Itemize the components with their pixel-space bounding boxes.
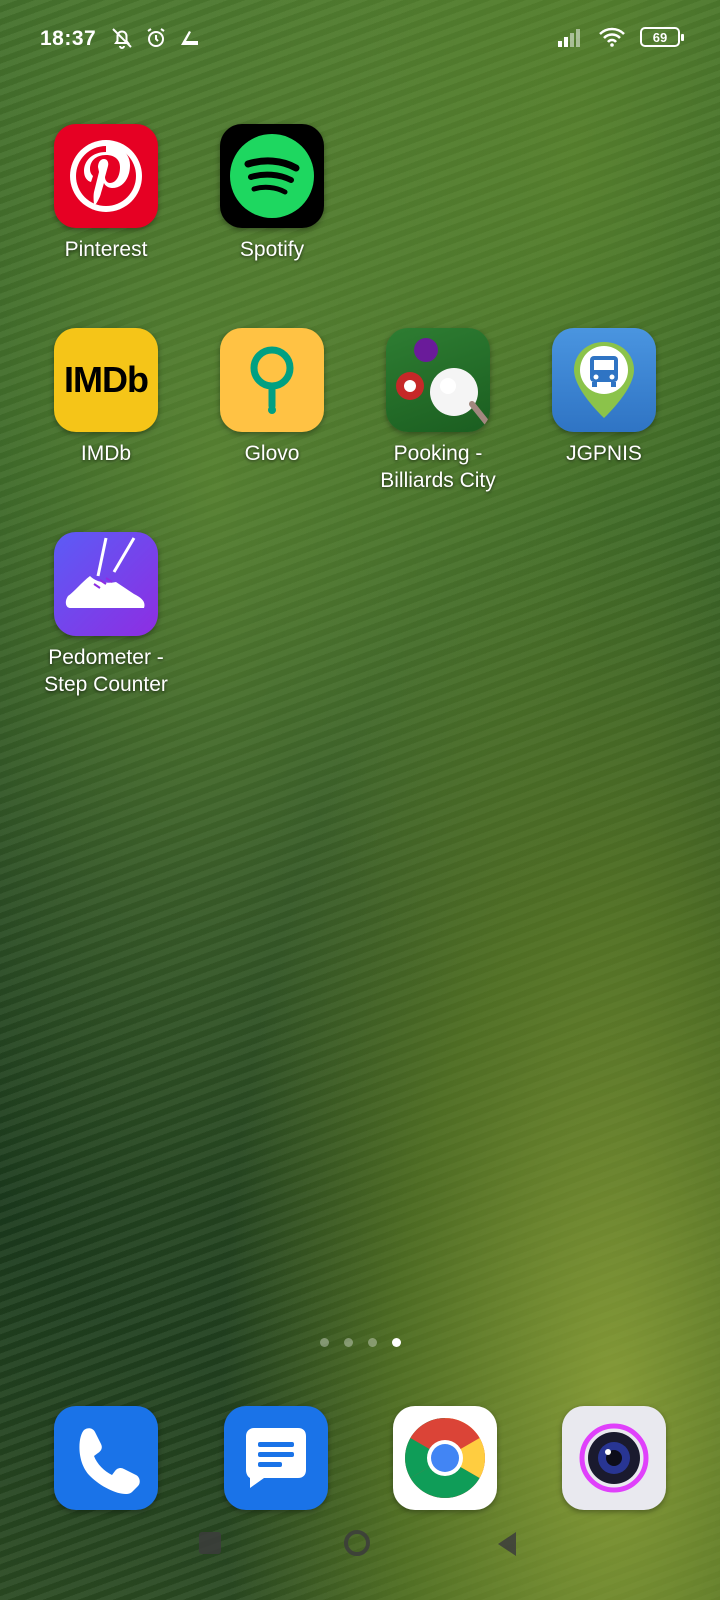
page-indicator[interactable] (0, 1338, 720, 1347)
wifi-icon (599, 27, 625, 47)
app-pinterest[interactable]: Pinterest (21, 124, 191, 263)
app-pooking-billiards[interactable]: Pooking - Billiards City (353, 328, 523, 494)
imdb-icon: IMDb (54, 328, 158, 432)
mute-icon (112, 28, 132, 49)
pinterest-icon (54, 124, 158, 228)
battery-icon: 69 (640, 27, 684, 47)
glovo-icon (220, 328, 324, 432)
app-label: JGPNIS (566, 442, 642, 465)
back-button[interactable] (498, 1532, 516, 1556)
camera-icon[interactable] (562, 1406, 666, 1510)
status-time: 18:37 (40, 27, 97, 50)
app-pedometer[interactable]: Pedometer - Step Counter (21, 532, 191, 698)
bus-icon (552, 328, 656, 432)
page-dot[interactable] (319, 1338, 329, 1347)
app-label: Spotify (239, 238, 305, 261)
page-dot[interactable] (343, 1338, 353, 1347)
phone-icon[interactable] (54, 1406, 158, 1510)
messages-icon[interactable] (224, 1406, 328, 1510)
imdb-logo-text: IMDb (64, 359, 149, 400)
alarm-icon (147, 28, 165, 47)
app-jgpnis[interactable]: JGPNIS (519, 328, 689, 467)
shoe-icon (54, 532, 158, 636)
chrome-icon[interactable] (393, 1406, 497, 1510)
battery-level: 69 (652, 29, 668, 45)
app-label: IMDb (80, 442, 132, 465)
status-bar: 18:37 69 (0, 0, 720, 80)
app-glovo[interactable]: Glovo (187, 328, 357, 467)
home-button[interactable] (344, 1530, 370, 1556)
page-dot-active[interactable] (391, 1338, 401, 1347)
app-label: Glovo (244, 442, 300, 465)
page-dot[interactable] (367, 1338, 377, 1347)
signal-icon (558, 29, 580, 47)
navigation-bar (0, 1530, 720, 1580)
spotify-icon (220, 124, 324, 228)
app-spotify[interactable]: Spotify (187, 124, 357, 263)
status-icons-left (110, 26, 202, 50)
status-icons-right: 69 (558, 26, 684, 48)
app-notification-icon (181, 31, 198, 45)
billiards-icon (386, 328, 490, 432)
app-label: Pinterest (64, 238, 148, 261)
app-label: Pooking - Billiards City (380, 442, 496, 492)
app-label: Pedometer - Step Counter (44, 646, 168, 696)
recents-button[interactable] (199, 1532, 221, 1554)
app-imdb[interactable]: IMDb IMDb (21, 328, 191, 467)
